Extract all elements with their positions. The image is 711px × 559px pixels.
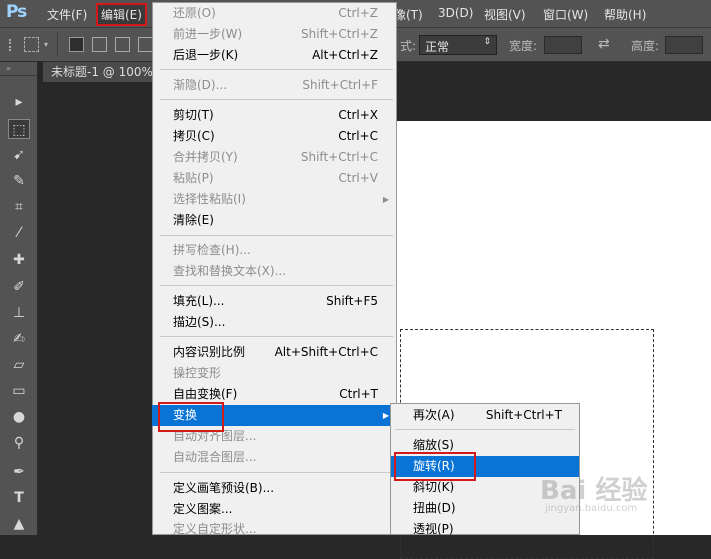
height-label: 高度: [631,39,660,53]
type-tool-icon[interactable]: T [8,488,30,508]
menu-item-content-aware-scale[interactable]: 内容识别比例 Alt+Shift+Ctrl+C [152,342,397,363]
submenu-item-perspective[interactable]: 透视(P) [391,519,579,535]
menu-item-puppet-warp[interactable]: 操控变形 [152,363,397,384]
brush-tool-icon[interactable]: ✐ [8,277,30,297]
menu-item-paste[interactable]: 粘贴(P) Ctrl+V [152,168,397,189]
rect-marquee-tool-icon[interactable]: ⬚ [8,119,30,139]
menu-item-copy-merged[interactable]: 合并拷贝(Y) Shift+Ctrl+C [152,147,397,168]
menu-separator [160,472,393,473]
swap-icon[interactable]: ⇄ [598,36,610,52]
clone-stamp-tool-icon[interactable]: ⊥ [8,303,30,323]
style-value: 正常 [425,40,450,54]
history-brush-tool-icon[interactable]: ✍ [8,329,30,349]
menu-view[interactable]: 视图(V) [484,6,526,23]
style-label: 式: [400,39,417,53]
menu-item-define-shape[interactable]: 定义自定形状... [152,519,397,535]
menu-item-auto-blend[interactable]: 自动混合图层... [152,447,397,468]
intersect-selection-icon[interactable] [138,37,153,52]
eyedropper-tool-icon[interactable]: ⁄ [8,223,30,243]
menu-separator [160,285,393,286]
baidu-watermark: Bai 经验 [540,476,648,506]
dodge-tool-icon[interactable]: ⚲ [8,433,30,453]
new-selection-icon[interactable] [69,37,84,52]
style-select[interactable]: 正常 ⇕ [419,35,497,55]
menu-file[interactable]: 文件(F) [47,6,87,23]
menu-3d[interactable]: 3D(D) [438,6,473,20]
lasso-tool-icon[interactable]: ➹ [8,145,30,165]
menu-item-cut[interactable]: 剪切(T) Ctrl+X [152,105,397,126]
menu-item-define-pattern[interactable]: 定义图案... [152,499,397,520]
menu-item-find-replace[interactable]: 查找和替换文本(X)... [152,261,397,282]
width-label: 宽度: [509,39,538,53]
quick-selection-tool-icon[interactable]: ✎ [8,171,30,191]
menu-help[interactable]: 帮助(H) [604,6,646,23]
menu-item-define-brush[interactable]: 定义画笔预设(B)... [152,478,397,499]
height-input[interactable] [665,36,703,54]
menu-item-fade[interactable]: 渐隐(D)... Shift+Ctrl+F [152,75,397,96]
pen-tool-icon[interactable]: ✒ [8,462,30,482]
subtract-selection-icon[interactable] [115,37,130,52]
document-tab[interactable]: 未标题-1 @ 100% [43,62,153,82]
width-input[interactable] [544,36,582,54]
chevron-updown-icon: ⇕ [483,37,491,47]
menu-separator [160,99,393,100]
options-grip [9,39,18,51]
menu-item-step-forward[interactable]: 前进一步(W) Shift+Ctrl+Z [152,24,397,45]
photoshop-logo: Ps [6,2,27,22]
submenu-arrow-icon: ▶ [382,411,389,420]
menu-edit[interactable]: 编辑(E) [96,3,147,26]
marquee-preset-icon[interactable] [24,37,39,52]
blur-tool-icon[interactable]: ● [8,407,30,427]
menu-separator [160,69,393,70]
crop-tool-icon[interactable]: ⌗ [8,197,30,217]
submenu-separator [395,429,575,430]
preset-dropdown-icon[interactable]: ▾ [44,40,48,49]
menu-separator [160,336,393,337]
eraser-tool-icon[interactable]: ▱ [8,355,30,375]
gradient-tool-icon[interactable]: ▭ [8,381,30,401]
annotation-highlight-rotate [394,452,476,481]
menu-item-undo[interactable]: 还原(O) Ctrl+Z [152,3,397,24]
submenu-item-again[interactable]: 再次(A) Shift+Ctrl+T [391,405,579,426]
collapse-icon[interactable]: » [6,64,11,73]
menu-window[interactable]: 窗口(W) [543,6,588,23]
menu-item-fill[interactable]: 填充(L)... Shift+F5 [152,291,397,312]
menu-item-clear[interactable]: 清除(E) [152,210,397,231]
menu-item-copy[interactable]: 拷贝(C) Ctrl+C [152,126,397,147]
move-tool-icon[interactable]: ▸ [8,92,30,112]
healing-brush-tool-icon[interactable]: ✚ [8,250,30,270]
options-divider [57,33,58,57]
menu-separator [160,235,393,236]
add-selection-icon[interactable] [92,37,107,52]
menu-item-step-backward[interactable]: 后退一步(K) Alt+Ctrl+Z [152,45,397,66]
menu-item-stroke[interactable]: 描边(S)... [152,312,397,333]
annotation-highlight-transform [158,402,224,432]
menu-item-paste-special[interactable]: 选择性粘贴(I) ▶ [152,189,397,210]
path-selection-tool-icon[interactable]: ▲ [8,514,30,534]
baidu-watermark-url: jingyan.baidu.com [545,503,638,514]
menu-item-check-spelling[interactable]: 拼写检查(H)... [152,240,397,261]
menu-image[interactable]: 像(T) [394,6,423,23]
toolbar-divider [0,75,37,76]
submenu-arrow-icon: ▶ [382,195,389,204]
